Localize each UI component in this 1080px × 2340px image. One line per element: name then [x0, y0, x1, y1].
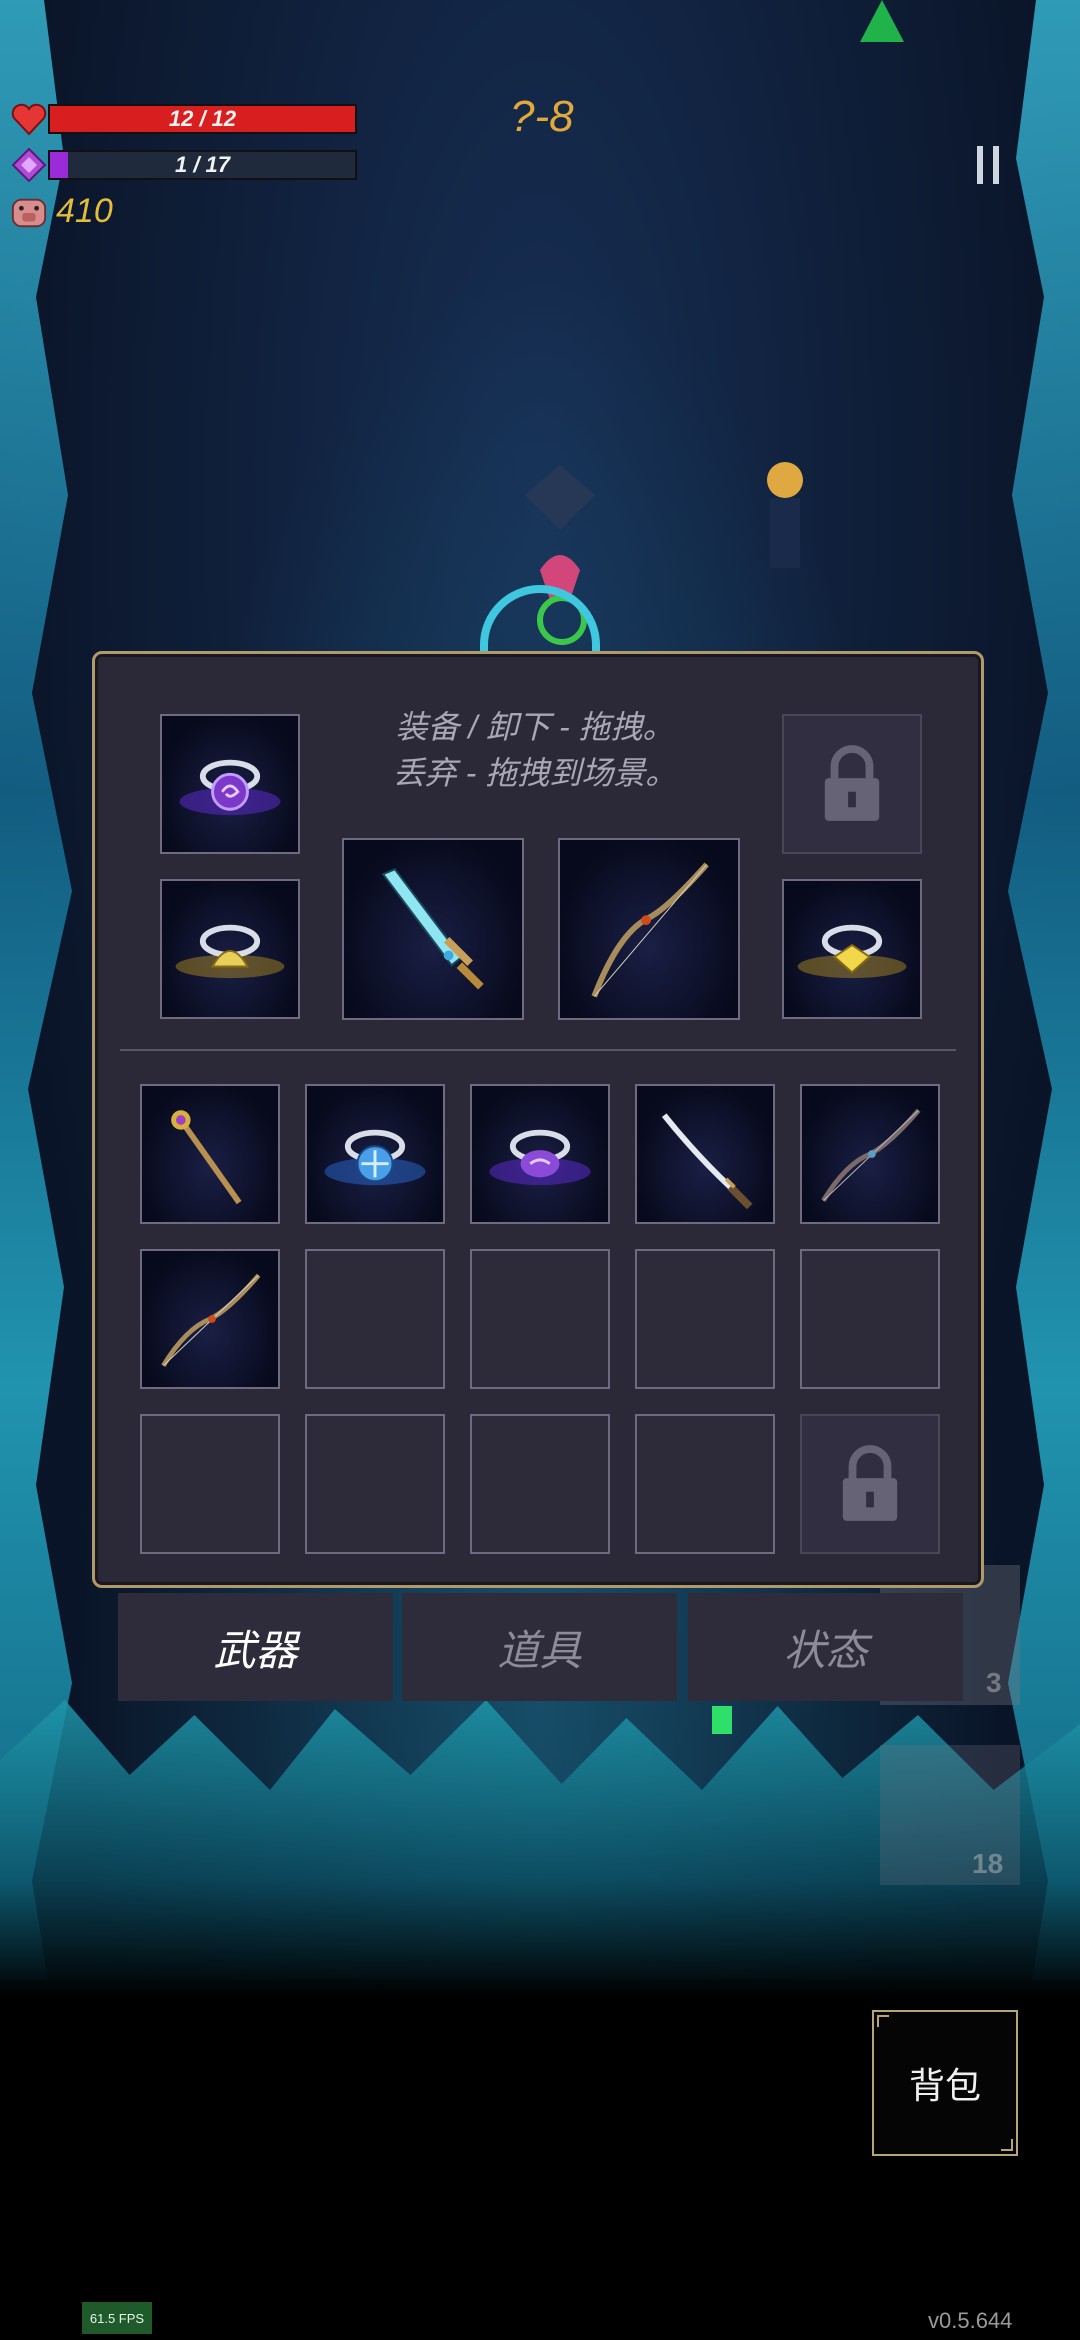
green-item-pickup[interactable]	[712, 1706, 732, 1734]
equip-slot-ring-1[interactable]	[160, 714, 300, 854]
tab-items[interactable]: 道具	[402, 1593, 677, 1701]
fps-counter: 61.5 FPS	[82, 2302, 152, 2334]
panel-divider	[120, 1049, 956, 1051]
bag-slot-11[interactable]	[140, 1414, 280, 1554]
bag-slot-9[interactable]	[635, 1249, 775, 1389]
bag-slot-12[interactable]	[305, 1414, 445, 1554]
backpack-label: 背包	[908, 2065, 981, 2106]
golden-staff-icon	[171, 1110, 242, 1205]
bag-slot-1[interactable]	[140, 1084, 280, 1224]
gold-amount: 410	[56, 192, 113, 230]
instructions-line-2: 丢弃 - 拖拽到场景。	[392, 755, 678, 791]
bag-slot-4[interactable]	[635, 1084, 775, 1224]
lock-icon	[824, 745, 880, 821]
gold-shell-ring-icon	[175, 924, 285, 979]
hp-bar: 12 / 12	[48, 104, 357, 134]
level-indicator: ?-8	[510, 92, 574, 141]
mp-row: 1 / 17	[10, 146, 357, 184]
bag-slot-8[interactable]	[470, 1249, 610, 1389]
purple-swirl-ring-icon	[489, 1129, 591, 1186]
mana-gem-icon	[10, 146, 48, 184]
enemy-character	[767, 462, 803, 568]
crystal-sword-icon	[381, 868, 484, 990]
pause-bar-left	[977, 146, 983, 184]
bag-slot-3[interactable]	[470, 1084, 610, 1224]
instructions-line-1: 装备 / 卸下 - 拖拽。	[395, 709, 675, 745]
wooden-bow-icon	[591, 862, 709, 998]
equip-slot-weapon-2[interactable]	[558, 838, 740, 1020]
pig-icon	[10, 193, 48, 231]
pause-button[interactable]	[948, 135, 1028, 195]
gold-gem-ring-icon	[797, 924, 907, 979]
heart-icon	[10, 100, 48, 138]
bag-slot-13[interactable]	[470, 1414, 610, 1554]
dark-bow-icon	[821, 1108, 921, 1202]
tab-weapons-label: 武器	[213, 1626, 298, 1674]
bag-slot-14[interactable]	[635, 1414, 775, 1554]
tab-weapons[interactable]: 武器	[118, 1593, 393, 1701]
bag-slot-7[interactable]	[305, 1249, 445, 1389]
gold-row: 410	[10, 192, 113, 231]
bag-slot-2[interactable]	[305, 1084, 445, 1224]
purple-vortex-ring-icon	[179, 759, 281, 816]
bag-slot-6[interactable]	[140, 1249, 280, 1389]
hp-text: 12 / 12	[168, 106, 237, 131]
hp-row: 12 / 12	[10, 100, 357, 138]
equip-slot-ring-3[interactable]	[782, 879, 922, 1019]
version-label: v0.5.644	[928, 2308, 1013, 2333]
backpack-button[interactable]: 背包	[872, 2010, 1018, 2156]
equip-slot-ring-2[interactable]	[160, 879, 300, 1019]
blue-cross-ring-icon	[324, 1129, 426, 1186]
crystal-wall-left	[0, 0, 72, 1980]
equip-slot-locked	[782, 714, 922, 854]
tab-status-label: 状态	[783, 1626, 868, 1674]
mp-text: 1 / 17	[174, 152, 231, 177]
tab-status[interactable]: 状态	[688, 1593, 963, 1701]
pause-bar-right	[993, 146, 999, 184]
katana-icon	[661, 1113, 753, 1210]
exit-marker-icon	[860, 0, 904, 42]
equip-slot-weapon-1[interactable]	[342, 838, 524, 1020]
skill-2-count: 18	[972, 1848, 1004, 1879]
wooden-bow-icon	[161, 1273, 261, 1367]
tab-items-label: 道具	[497, 1626, 582, 1674]
bag-slot-10[interactable]	[800, 1249, 940, 1389]
lock-icon	[842, 1445, 898, 1521]
bag-slot-5[interactable]	[800, 1084, 940, 1224]
instructions: 装备 / 卸下 - 拖拽。 丢弃 - 拖拽到场景。	[325, 704, 745, 796]
bag-slot-15	[800, 1414, 940, 1554]
skill-1-count: 3	[986, 1667, 1002, 1698]
mp-bar: 1 / 17	[48, 150, 357, 180]
inventory-panel: 装备 / 卸下 - 拖拽。 丢弃 - 拖拽到场景。	[92, 651, 984, 1588]
